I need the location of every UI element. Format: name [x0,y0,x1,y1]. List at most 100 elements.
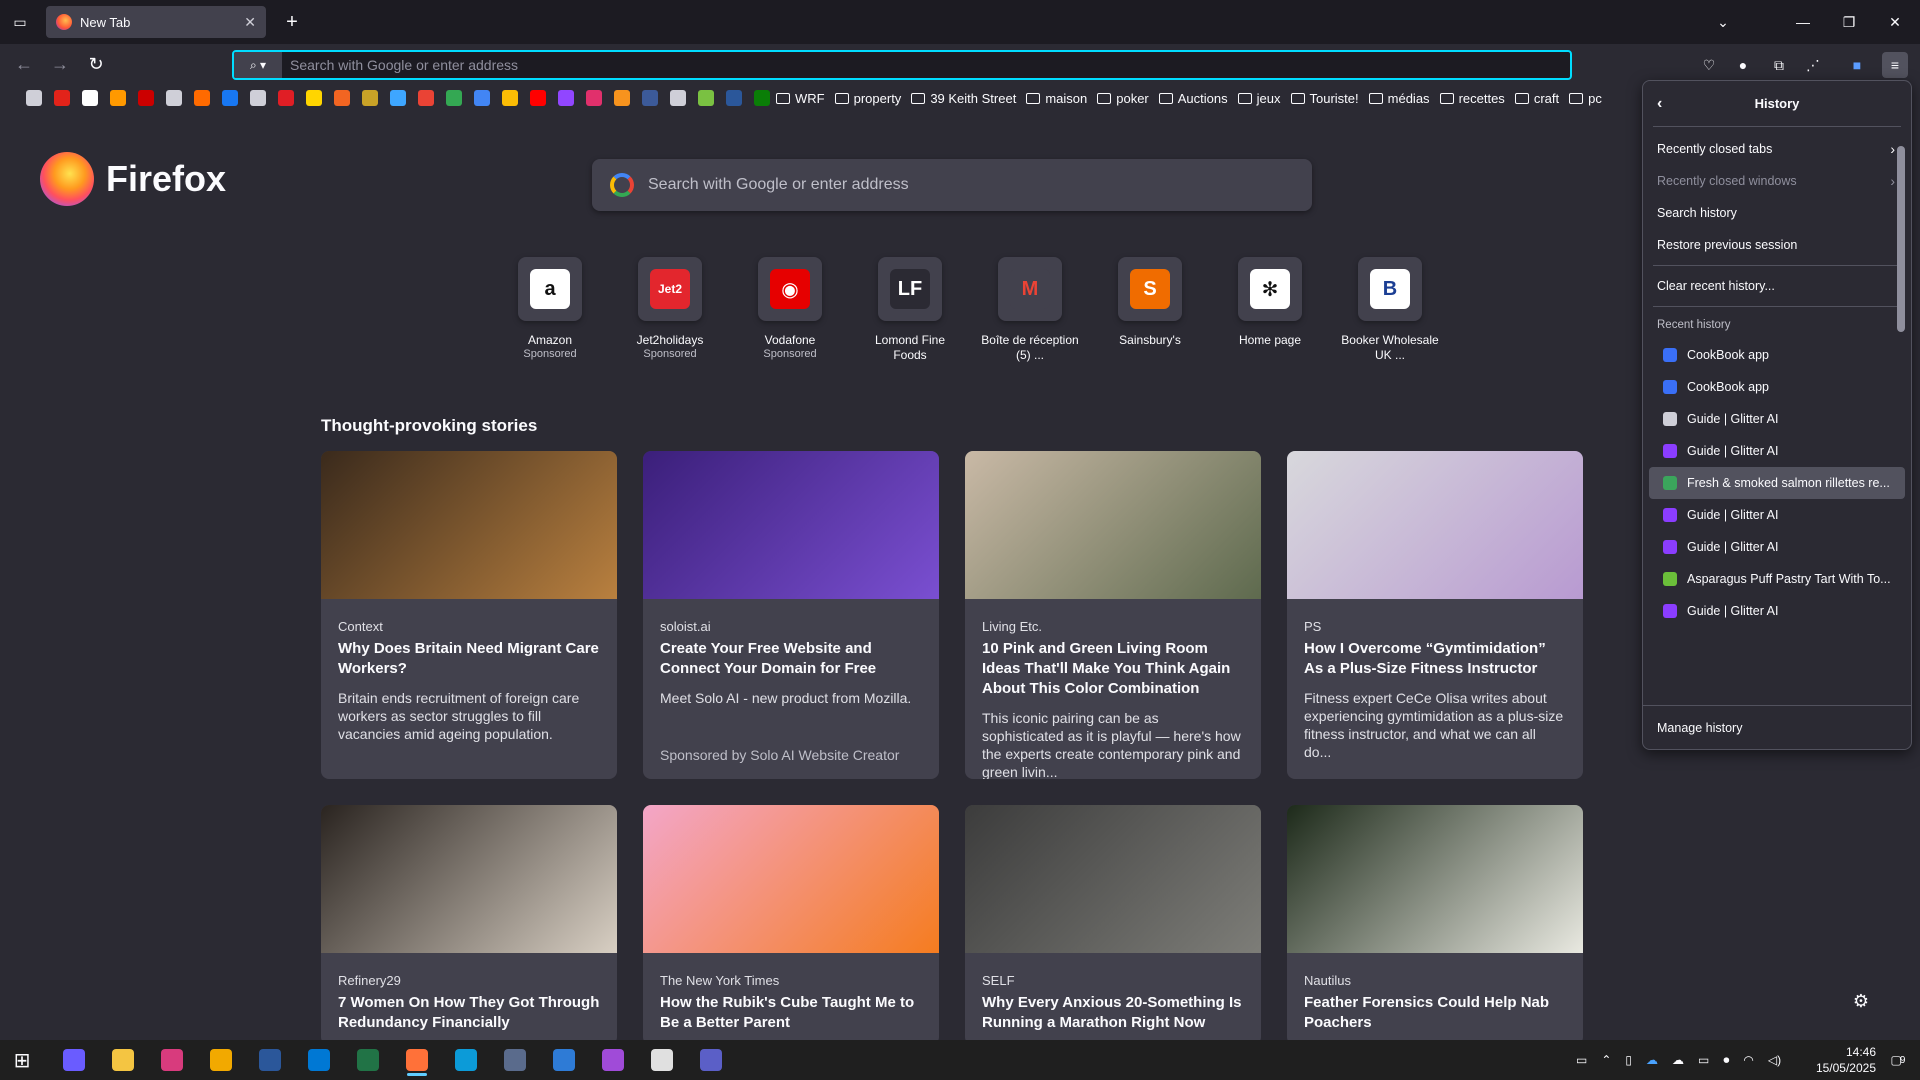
story-card[interactable]: Context Why Does Britain Need Migrant Car… [321,451,617,779]
bookmark-favicon-icon[interactable] [558,90,574,106]
bookmark-folder[interactable]: 39 Keith Street [911,91,1016,106]
story-card[interactable]: PS How I Overcome “Gymtimidation” As a Pl… [1287,451,1583,779]
bookmark-favicon-icon[interactable] [614,90,630,106]
clear-recent-history-item[interactable]: Clear recent history... [1643,270,1911,302]
close-tab-icon[interactable]: ✕ [244,14,256,31]
bookmark-favicon-icon[interactable] [474,90,490,106]
bookmark-folder[interactable]: Touriste! [1290,91,1359,106]
scrollbar-thumb[interactable] [1897,146,1905,332]
bookmark-favicon-icon[interactable] [390,90,406,106]
forward-arrow-icon[interactable]: → [48,52,72,76]
back-arrow-icon[interactable]: ← [12,52,36,76]
bookmark-favicon-icon[interactable] [642,90,658,106]
bookmark-favicon-icon[interactable] [54,90,70,106]
top-site-tile[interactable]: Jet2 Jet2holidays Sponsored [610,257,730,363]
top-site-tile[interactable]: LF Lomond Fine Foods [850,257,970,363]
bookmark-folder[interactable]: pc [1569,91,1602,106]
bookmark-folder[interactable]: maison [1026,91,1087,106]
history-item[interactable]: Fresh & smoked salmon rillettes re... [1649,467,1905,499]
top-site-box[interactable]: M [998,257,1062,321]
story-card[interactable]: soloist.ai Create Your Free Website and C… [643,451,939,779]
tab-new-tab[interactable]: New Tab ✕ [46,6,266,38]
account-icon[interactable]: ■ [1844,52,1870,78]
top-site-tile[interactable]: B Booker Wholesale UK ... [1330,257,1450,363]
wifi-icon[interactable]: ◠ [1743,1053,1753,1067]
bookmark-folder[interactable]: property [834,91,901,106]
manage-history-item[interactable]: Manage history [1643,705,1911,749]
story-card[interactable]: Nautilus Feather Forensics Could Help Nab… [1287,805,1583,1040]
extensions-icon[interactable]: ⧉ [1766,52,1792,78]
bookmark-favicon-icon[interactable] [194,90,210,106]
back-chevron-icon[interactable]: ‹ [1657,95,1662,113]
teams-app[interactable] [691,1044,731,1076]
bookmark-favicon-icon[interactable] [306,90,322,106]
bookmark-folder[interactable]: craft [1514,91,1559,106]
bookmark-folder[interactable]: recettes [1439,91,1505,106]
gear-icon[interactable]: ⚙ [1850,990,1872,1012]
chevron-up-icon[interactable]: ⌃ [1601,1053,1611,1067]
recently-closed-windows-item[interactable]: Recently closed windows › [1643,165,1911,197]
list-all-tabs-chevron-icon[interactable]: ⌄ [1700,0,1746,44]
bookmark-favicon-icon[interactable] [222,90,238,106]
history-scrollbar[interactable] [1894,128,1908,701]
top-site-box[interactable]: ◉ [758,257,822,321]
volume-icon[interactable]: ◁) [1768,1053,1781,1067]
bookmark-favicon-icon[interactable] [670,90,686,106]
folder-icon[interactable]: ▭ [1576,1053,1587,1067]
pocket-icon[interactable]: ♡ [1696,52,1722,78]
outlook-app[interactable] [299,1044,339,1076]
onedrive-personal-icon[interactable]: ☁ [1672,1053,1684,1067]
bookmark-favicon-icon[interactable] [362,90,378,106]
bookmark-favicon-icon[interactable] [250,90,266,106]
file-explorer-app[interactable] [103,1044,143,1076]
history-item[interactable]: CookBook app [1649,371,1905,403]
history-item[interactable]: Guide | Glitter AI [1649,595,1905,621]
search-box[interactable]: Search with Google or enter address [592,159,1312,211]
phone-link-icon[interactable]: ▯ [1625,1053,1632,1067]
bookmark-favicon-icon[interactable] [110,90,126,106]
history-item[interactable]: Guide | Glitter AI [1649,531,1905,563]
top-site-box[interactable]: LF [878,257,942,321]
story-card[interactable]: The New York Times How the Rubik's Cube T… [643,805,939,1040]
bookmark-folder[interactable]: jeux [1237,91,1281,106]
notification-button[interactable]: ▢ 9 [1880,1040,1916,1080]
history-item[interactable]: Guide | Glitter AI [1649,499,1905,531]
bookmark-favicon-icon[interactable] [138,90,154,106]
history-item[interactable]: Asparagus Puff Pastry Tart With To... [1649,563,1905,595]
bookmark-favicon-icon[interactable] [418,90,434,106]
grammarly-icon[interactable]: ● [1730,52,1756,78]
store-app[interactable] [544,1044,584,1076]
calculator-app[interactable] [495,1044,535,1076]
address-input[interactable] [282,57,1570,73]
excel-app[interactable] [348,1044,388,1076]
bookmark-folder[interactable]: WRF [776,91,825,106]
history-item[interactable]: Guide | Glitter AI [1649,435,1905,467]
restore-session-item[interactable]: Restore previous session [1643,229,1911,261]
story-card[interactable]: Refinery29 7 Women On How They Got Throug… [321,805,617,1040]
menu-icon[interactable]: ≡ [1882,52,1908,78]
top-site-box[interactable]: a [518,257,582,321]
bookmark-favicon-icon[interactable] [698,90,714,106]
firefox-view-icon[interactable]: ▭ [0,0,40,44]
battery-icon[interactable]: ▭ [1698,1053,1709,1067]
top-site-box[interactable]: B [1358,257,1422,321]
search-engine-selector[interactable]: ⌕ ▾ [234,52,282,78]
bookmark-favicon-icon[interactable] [82,90,98,106]
recently-closed-tabs-item[interactable]: Recently closed tabs › [1643,133,1911,165]
bookmark-favicon-icon[interactable] [166,90,182,106]
start-button[interactable]: ⊞ [2,1044,42,1076]
bookmark-favicon-icon[interactable] [334,90,350,106]
onedrive-icon[interactable]: ☁ [1646,1053,1658,1067]
url-bar[interactable]: ⌕ ▾ [232,50,1572,80]
firefox-app[interactable] [397,1044,437,1076]
sidebar-icon[interactable]: ⋰ [1800,52,1826,78]
top-site-box[interactable]: ✻ [1238,257,1302,321]
bookmark-folder[interactable]: poker [1097,91,1149,106]
clock[interactable]: 14:46 15/05/2025 [1796,1044,1876,1076]
story-card[interactable]: Living Etc. 10 Pink and Green Living Room… [965,451,1261,779]
microphone-icon[interactable]: ⏺ [1723,1053,1729,1068]
bookmark-favicon-icon[interactable] [446,90,462,106]
restore-button[interactable]: ❐ [1826,0,1872,44]
minimize-button[interactable]: — [1780,0,1826,44]
chrome-canary-app[interactable] [201,1044,241,1076]
